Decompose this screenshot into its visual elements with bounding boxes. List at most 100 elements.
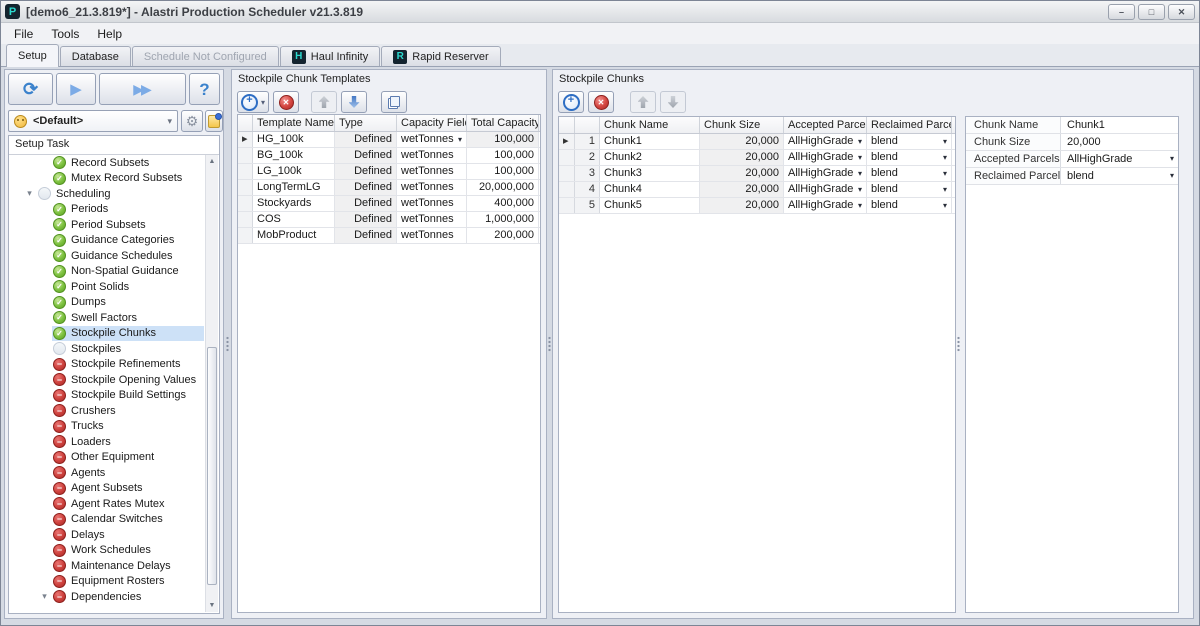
tree-item-dumps[interactable]: ✓Dumps — [10, 295, 204, 311]
tree-item-agent-subsets[interactable]: −Agent Subsets — [10, 481, 204, 497]
total-capacity-cell[interactable]: 100,000 — [467, 164, 539, 179]
tree-item-stockpile-refinements[interactable]: −Stockpile Refinements — [10, 357, 204, 373]
notes-button[interactable] — [205, 110, 223, 132]
chunk-name-cell[interactable]: Chunk2 — [600, 150, 700, 165]
total-capacity-cell[interactable]: 400,000 — [467, 196, 539, 211]
column-header-capacity-field[interactable]: Capacity Field — [397, 115, 467, 131]
property-value[interactable]: 20,000 — [1061, 134, 1178, 150]
splitter-middle[interactable] — [547, 69, 552, 619]
reclaimed-parcel-cell[interactable]: blend▾ — [867, 134, 952, 149]
type-cell[interactable]: Defined — [335, 164, 397, 179]
capacity-field-cell[interactable]: wetTonnes▾ — [397, 132, 467, 147]
settings-button[interactable]: ⚙ — [181, 110, 203, 132]
window-maximize-button[interactable]: □ — [1138, 4, 1165, 20]
capacity-field-cell[interactable]: wetTonnes — [397, 164, 467, 179]
total-capacity-cell[interactable]: 200,000 — [467, 228, 539, 243]
row-selector[interactable]: ▸ — [559, 134, 575, 149]
reclaimed-parcel-cell[interactable]: blend▾ — [867, 182, 952, 197]
chunk-row-chunk5[interactable]: 5Chunk520,000AllHighGrade▾blend▾ — [559, 198, 955, 214]
capacity-field-cell[interactable]: wetTonnes — [397, 180, 467, 195]
capacity-field-cell[interactable]: wetTonnes — [397, 228, 467, 243]
reclaimed-parcel-cell[interactable]: blend▾ — [867, 150, 952, 165]
tree-item-other-equipment[interactable]: −Other Equipment — [10, 450, 204, 466]
tree-item-loaders[interactable]: −Loaders — [10, 434, 204, 450]
scroll-down-icon[interactable]: ▼ — [206, 599, 218, 612]
total-capacity-cell[interactable]: 1,000,000 — [467, 212, 539, 227]
tree-item-trucks[interactable]: −Trucks — [10, 419, 204, 435]
move-template-down-button[interactable] — [341, 91, 367, 113]
accepted-parcels-cell[interactable]: AllHighGrade▾ — [784, 182, 867, 197]
expand-arrow-icon[interactable]: ▾ — [37, 591, 52, 602]
chunk-row-chunk2[interactable]: 2Chunk220,000AllHighGrade▾blend▾ — [559, 150, 955, 166]
type-cell[interactable]: Defined — [335, 148, 397, 163]
tree-item-swell-factors[interactable]: ✓Swell Factors — [10, 310, 204, 326]
chunk-name-cell[interactable]: Chunk4 — [600, 182, 700, 197]
tree-item-equipment-rosters[interactable]: −Equipment Rosters — [10, 574, 204, 590]
refresh-button[interactable]: ⟳ — [8, 73, 53, 105]
property-value[interactable]: Chunk1 — [1061, 117, 1178, 133]
tab-haul-infinity[interactable]: HHaul Infinity — [280, 46, 380, 66]
template-row-cos[interactable]: COSDefinedwetTonnes1,000,000 — [238, 212, 540, 228]
accepted-parcels-cell[interactable]: AllHighGrade▾ — [784, 134, 867, 149]
row-selector[interactable] — [238, 164, 253, 179]
row-selector[interactable] — [238, 196, 253, 211]
tree-item-guidance-schedules[interactable]: ✓Guidance Schedules — [10, 248, 204, 264]
column-header-chunk-name[interactable]: Chunk Name — [600, 117, 700, 133]
row-selector[interactable] — [559, 150, 575, 165]
scroll-up-icon[interactable]: ▲ — [206, 155, 218, 168]
row-selector[interactable] — [559, 182, 575, 197]
template-row-longtermlg[interactable]: LongTermLGDefinedwetTonnes20,000,000 — [238, 180, 540, 196]
selector-column-header[interactable] — [559, 117, 575, 133]
chunk-size-cell[interactable]: 20,000 — [700, 166, 784, 181]
scroll-thumb[interactable] — [207, 347, 217, 585]
property-reclaimed-parcel[interactable]: Reclaimed Parcelblend▾ — [966, 168, 1178, 185]
type-cell[interactable]: Defined — [335, 132, 397, 147]
type-cell[interactable]: Defined — [335, 212, 397, 227]
tree-item-delays[interactable]: −Delays — [10, 527, 204, 543]
tree-item-mutex-record-subsets[interactable]: ✓Mutex Record Subsets — [10, 171, 204, 187]
chunk-row-chunk3[interactable]: 3Chunk320,000AllHighGrade▾blend▾ — [559, 166, 955, 182]
template-name-cell[interactable]: MobProduct — [253, 228, 335, 243]
tree-item-periods[interactable]: ✓Periods — [10, 202, 204, 218]
column-header-accepted-parcels[interactable]: Accepted Parcels — [784, 117, 867, 133]
template-name-cell[interactable]: Stockyards — [253, 196, 335, 211]
tree-item-point-solids[interactable]: ✓Point Solids — [10, 279, 204, 295]
tab-rapid-reserver[interactable]: RRapid Reserver — [381, 46, 500, 66]
tree-item-non-spatial-guidance[interactable]: ✓Non-Spatial Guidance — [10, 264, 204, 280]
menu-item-tools[interactable]: Tools — [42, 25, 88, 43]
template-name-cell[interactable]: LongTermLG — [253, 180, 335, 195]
tree-item-calendar-switches[interactable]: −Calendar Switches — [10, 512, 204, 528]
expand-arrow-icon[interactable]: ▾ — [22, 188, 37, 199]
property-value[interactable]: blend▾ — [1061, 168, 1178, 184]
chunk-name-cell[interactable]: Chunk1 — [600, 134, 700, 149]
tree-scrollbar[interactable]: ▲ ▼ — [205, 155, 218, 612]
tree-item-guidance-categories[interactable]: ✓Guidance Categories — [10, 233, 204, 249]
row-selector[interactable] — [238, 148, 253, 163]
delete-chunk-button[interactable]: ✕ — [588, 91, 614, 113]
chunk-size-cell[interactable]: 20,000 — [700, 182, 784, 197]
tree-item-record-subsets[interactable]: ✓Record Subsets — [10, 155, 204, 171]
property-accepted-parcels[interactable]: Accepted ParcelsAllHighGrade▾ — [966, 151, 1178, 168]
template-row-hg-100k[interactable]: ▸HG_100kDefinedwetTonnes▾100,000 — [238, 132, 540, 148]
tree-item-work-schedules[interactable]: −Work Schedules — [10, 543, 204, 559]
tree-item-scheduling[interactable]: ▾Scheduling — [10, 186, 204, 202]
tree-item-period-subsets[interactable]: ✓Period Subsets — [10, 217, 204, 233]
chunk-size-cell[interactable]: 20,000 — [700, 134, 784, 149]
reclaimed-parcel-cell[interactable]: blend▾ — [867, 166, 952, 181]
run-all-button[interactable]: ▶▶ — [99, 73, 186, 105]
tab-database[interactable]: Database — [60, 46, 131, 66]
chunk-size-cell[interactable]: 20,000 — [700, 198, 784, 213]
row-selector[interactable] — [238, 228, 253, 243]
selector-column-header[interactable] — [238, 115, 253, 131]
type-cell[interactable]: Defined — [335, 180, 397, 195]
tree-item-crushers[interactable]: −Crushers — [10, 403, 204, 419]
splitter-left[interactable] — [225, 69, 230, 619]
total-capacity-cell[interactable]: 100,000 — [467, 148, 539, 163]
row-selector[interactable] — [559, 198, 575, 213]
tab-setup[interactable]: Setup — [6, 44, 59, 67]
help-button[interactable]: ? — [189, 73, 220, 105]
tree-item-agent-rates-mutex[interactable]: −Agent Rates Mutex — [10, 496, 204, 512]
tree-item-stockpile-opening-values[interactable]: −Stockpile Opening Values — [10, 372, 204, 388]
window-close-button[interactable]: ✕ — [1168, 4, 1195, 20]
total-capacity-cell[interactable]: 20,000,000 — [467, 180, 539, 195]
